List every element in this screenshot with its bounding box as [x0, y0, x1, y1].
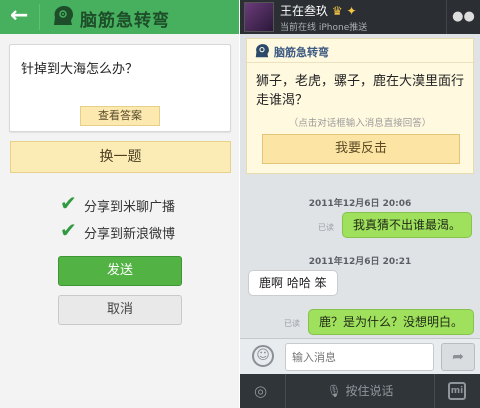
mi-icon[interactable]: mi: [448, 382, 466, 400]
contact-status: 当前在线 iPhone推送: [280, 23, 368, 33]
message-input[interactable]: [285, 343, 434, 371]
card-header: 脑筋急转弯: [247, 39, 473, 63]
view-answer-button[interactable]: 查看答案: [80, 106, 160, 126]
message-bubble-out[interactable]: 我真猜不出谁最渴。: [342, 212, 473, 238]
send-arrow-icon[interactable]: ➦: [441, 343, 475, 371]
left-header: ← 脑筋急转弯: [0, 0, 240, 34]
question-text: 针掉到大海怎么办？: [21, 62, 139, 77]
read-receipt: 已读: [284, 319, 300, 328]
send-button[interactable]: 发送: [58, 256, 182, 286]
app-title: 脑筋急转弯: [80, 11, 170, 31]
microphone-icon: 🎙: [326, 384, 342, 398]
message-bubble-out[interactable]: 鹿？是为什么？没想明白。: [308, 309, 475, 335]
card-question: 狮子，老虎，骡子，鹿在大漠里面行走谁渴？: [256, 74, 465, 108]
right-screen: 王在叁玖 ♛ ✦ 当前在线 iPhone推送 ●● 脑筋急转弯 狮子，老虎，骡子…: [240, 0, 480, 408]
change-question-button[interactable]: 换一题: [10, 141, 231, 173]
hold-to-talk-button[interactable]: 🎙 按住说话: [285, 374, 435, 408]
voice-toggle-icon[interactable]: ◎: [254, 382, 267, 400]
smiley-icon[interactable]: ☺: [252, 345, 274, 367]
read-receipt: 已读: [318, 223, 334, 232]
hold-to-talk-label: 按住说话: [345, 384, 394, 398]
timestamp: 2011年12月6日 20:06: [308, 199, 412, 209]
card-brand: 脑筋急转弯: [274, 46, 329, 59]
contacts-icon[interactable]: ●●: [446, 0, 480, 34]
left-screen: ← 脑筋急转弯 针掉到大海怎么办？ 查看答案 换一题 ✔ 分享到米聊广播 ✔ 分…: [0, 0, 240, 408]
card-hint: （点击对话框输入消息直接回答）: [288, 118, 432, 129]
timestamp: 2011年12月6日 20:21: [308, 257, 412, 267]
input-bar: ☺ ➦: [240, 338, 480, 374]
bottom-toolbar: ◎ 🎙 按住说话 mi: [240, 374, 480, 408]
brain-head-icon: [255, 44, 269, 58]
back-arrow-icon[interactable]: ←: [10, 5, 32, 27]
brain-head-icon: [54, 6, 73, 25]
chat-header: 王在叁玖 ♛ ✦ 当前在线 iPhone推送 ●●: [240, 0, 480, 34]
riddle-card: 脑筋急转弯 狮子，老虎，骡子，鹿在大漠里面行走谁渴？ （点击对话框输入消息直接回…: [246, 38, 474, 174]
sparkle-icon: ✦: [346, 4, 357, 18]
question-card: 针掉到大海怎么办？ 查看答案: [9, 44, 231, 132]
fight-back-button[interactable]: 我要反击: [262, 134, 460, 164]
share-weibo-label: 分享到新浪微博: [84, 227, 176, 242]
contact-name: 王在叁玖 ♛ ✦: [280, 4, 357, 18]
checkmark-icon: ✔: [60, 218, 77, 242]
header-separator: [39, 4, 40, 30]
cancel-button[interactable]: 取消: [58, 295, 182, 325]
share-miliao-label: 分享到米聊广播: [84, 200, 176, 215]
crown-icon: ♛: [331, 4, 343, 18]
avatar[interactable]: [244, 2, 274, 32]
message-bubble-in[interactable]: 鹿啊 哈哈 笨: [248, 270, 338, 296]
checkmark-icon: ✔: [60, 191, 77, 215]
